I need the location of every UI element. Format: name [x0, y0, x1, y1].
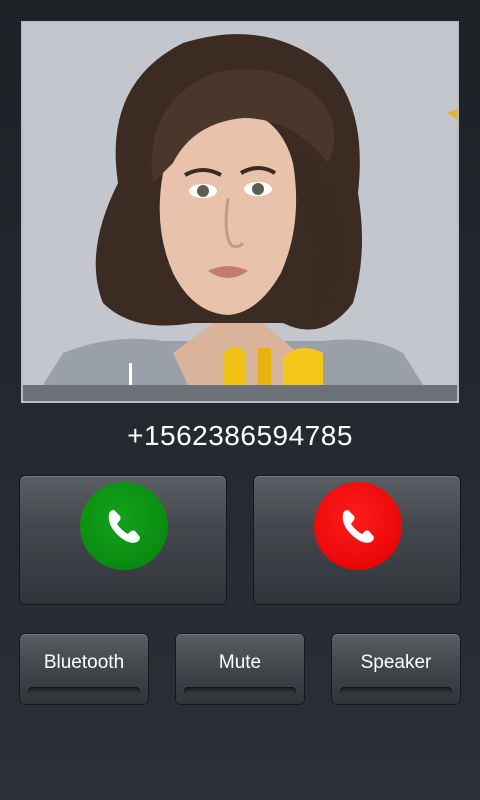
answer-call-button[interactable]	[19, 475, 227, 605]
mute-button[interactable]: Mute	[175, 633, 305, 705]
mute-label: Mute	[218, 652, 262, 673]
speaker-label: Speaker	[360, 652, 432, 673]
answer-circle	[80, 482, 168, 570]
caller-number: +1562386594785	[127, 420, 353, 451]
bluetooth-button[interactable]: Bluetooth	[19, 633, 149, 705]
speaker-button[interactable]: Speaker	[331, 633, 461, 705]
caller-photo	[23, 23, 457, 385]
bluetooth-indicator	[28, 687, 140, 695]
bluetooth-label: Bluetooth	[43, 652, 125, 673]
phone-icon	[342, 510, 374, 543]
caller-photo-image	[23, 23, 457, 385]
speaker-indicator	[340, 687, 452, 695]
decline-circle	[314, 482, 402, 570]
caller-photo-frame	[21, 21, 459, 403]
phone-icon	[108, 510, 140, 543]
decline-call-button[interactable]	[253, 475, 461, 605]
photo-bottom-bar	[23, 385, 457, 401]
mute-indicator	[184, 687, 296, 695]
